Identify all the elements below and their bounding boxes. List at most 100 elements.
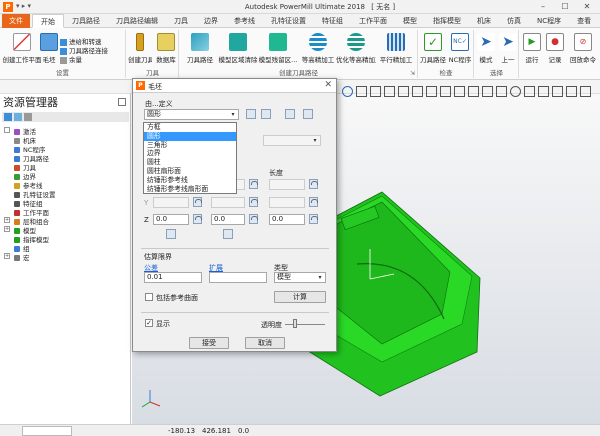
optimized-constant-z-button[interactable]: 优化等高精加工 xyxy=(336,33,376,64)
tree-expander[interactable] xyxy=(4,127,10,133)
tree-expander[interactable]: + xyxy=(4,253,10,259)
tab-workplane[interactable]: 工作平面 xyxy=(351,14,395,28)
tree-expander[interactable]: + xyxy=(4,217,10,223)
tree-item-boundaries[interactable]: 边界 xyxy=(14,171,36,181)
z-min-input[interactable]: 0.0 xyxy=(153,214,189,225)
tool-database-button[interactable]: 数据库 xyxy=(153,33,179,64)
z-max-input[interactable]: 0.0 xyxy=(211,214,245,225)
y-max-lock-icon[interactable] xyxy=(249,197,258,207)
pan-icon[interactable] xyxy=(468,86,479,97)
app-logo[interactable]: P xyxy=(3,2,13,12)
x-length-input[interactable] xyxy=(269,179,305,190)
tree-item-active[interactable]: 激活 xyxy=(14,126,36,136)
tab-tool[interactable]: 刀具 xyxy=(166,14,196,28)
view-right-icon[interactable] xyxy=(412,86,423,97)
dialog-close-icon[interactable]: ✕ xyxy=(324,80,332,90)
tree-item-stock-models[interactable]: 指挥模型 xyxy=(14,234,49,244)
tree-item-hole-feature-sets[interactable]: 孔特征设置 xyxy=(14,189,56,199)
echo-commands-button[interactable]: ⊘ 回放命令 xyxy=(566,33,600,64)
no-display-icon[interactable] xyxy=(510,86,521,97)
tolerance-input[interactable]: 0.01 xyxy=(144,272,202,283)
y-max-input[interactable] xyxy=(211,197,245,208)
type-select[interactable]: 模型 ▾ xyxy=(274,272,326,283)
ribbon-group-expand-icon[interactable]: ⇲ xyxy=(410,70,415,77)
explorer-tool-icon[interactable] xyxy=(4,113,12,121)
y-min-input[interactable] xyxy=(153,197,189,208)
calculate-button[interactable]: 计算 xyxy=(274,291,326,303)
tree-item-machine[interactable]: 机床 xyxy=(14,135,36,145)
select-mode-button[interactable]: ➤ 模式 xyxy=(475,33,497,64)
measure-icon[interactable] xyxy=(552,86,563,97)
tree-item-toolpaths[interactable]: 刀具路径 xyxy=(14,153,49,163)
explorer-pin-icon[interactable] xyxy=(118,98,126,106)
origin-icon[interactable] xyxy=(223,229,233,239)
tool-display-icon[interactable] xyxy=(538,86,549,97)
create-workplane-button[interactable]: 创建工作平面 xyxy=(2,33,42,64)
z-max-lock-icon[interactable] xyxy=(249,214,258,224)
explorer-tool-icon[interactable] xyxy=(24,113,32,121)
transparency-slider-thumb[interactable] xyxy=(293,319,297,328)
run-macro-button[interactable]: ▶ 运行 xyxy=(520,33,544,64)
image-icon[interactable] xyxy=(303,109,313,119)
save-icon[interactable] xyxy=(261,109,271,119)
cancel-button[interactable]: 取消 xyxy=(245,337,285,349)
verify-nc-program-button[interactable]: NC✓ NC程序 xyxy=(447,33,473,64)
view-bottom-icon[interactable] xyxy=(440,86,451,97)
tree-item-patterns[interactable]: 参考线 xyxy=(14,180,43,190)
block-display-icon[interactable] xyxy=(524,86,535,97)
quick-access-toolbar[interactable]: ▾ ▸ ▾ xyxy=(16,2,31,10)
minimize-icon[interactable]: – xyxy=(532,1,554,13)
option-cylinder[interactable]: 圆柱 xyxy=(144,158,236,167)
tree-item-workplanes[interactable]: 工作平面 xyxy=(14,207,49,217)
tab-toolpath-edit[interactable]: 刀具路径编辑 xyxy=(108,14,166,28)
feeds-speeds-button[interactable]: 进给和转速 xyxy=(60,36,102,46)
tab-model[interactable]: 模型 xyxy=(395,14,425,28)
tree-item-nc-programs[interactable]: NC程序 xyxy=(14,144,45,154)
constant-z-finishing-button[interactable]: 等高精加工 xyxy=(298,33,338,64)
block-button[interactable]: 毛坯 xyxy=(38,33,60,64)
view-back-icon[interactable] xyxy=(384,86,395,97)
section-icon[interactable] xyxy=(566,86,577,97)
tree-item-macros[interactable]: 宏 xyxy=(14,252,30,262)
wireframe-icon[interactable] xyxy=(496,86,507,97)
view-front-icon[interactable] xyxy=(370,86,381,97)
close-window-icon[interactable]: ✕ xyxy=(576,1,598,13)
workplane-select[interactable]: ▾ xyxy=(263,135,321,146)
option-spindle-pattern[interactable]: 纺锤形参考线 xyxy=(144,176,236,185)
more-views-icon[interactable] xyxy=(580,86,591,97)
expansion-input[interactable] xyxy=(209,272,267,283)
tree-item-levels-sets[interactable]: 层和组合 xyxy=(14,216,49,226)
toolpaths-button[interactable]: 刀具路径 xyxy=(180,33,220,64)
explorer-tool-icon[interactable] xyxy=(14,113,22,121)
y-min-lock-icon[interactable] xyxy=(193,197,202,207)
shaded-icon[interactable] xyxy=(482,86,493,97)
transparency-slider-track[interactable] xyxy=(285,324,325,325)
verify-toolpath-button[interactable]: ✓ 刀具路径 xyxy=(419,33,447,64)
create-tool-button[interactable]: 创建刀具 xyxy=(128,33,152,64)
z-length-input[interactable]: 0.0 xyxy=(269,214,305,225)
tab-view[interactable]: 查看 xyxy=(569,14,599,28)
model-area-clearance-button[interactable]: 模型区域清除 xyxy=(218,33,258,64)
zoom-icon[interactable] xyxy=(454,86,465,97)
view-iso-icon[interactable] xyxy=(356,86,367,97)
raster-finishing-button[interactable]: 平行精加工 xyxy=(376,33,416,64)
tab-feature-group[interactable]: 特征组 xyxy=(314,14,351,28)
toolpath-connections-button[interactable]: 刀具路径连接 xyxy=(60,45,108,55)
model-rest-clearance-button[interactable]: 模型残留区... xyxy=(258,33,298,64)
tree-item-groups[interactable]: 组 xyxy=(14,243,30,253)
tab-boundary[interactable]: 边界 xyxy=(196,14,226,28)
view-eye-icon[interactable] xyxy=(342,86,353,97)
accept-button[interactable]: 接受 xyxy=(189,337,229,349)
model-icon[interactable] xyxy=(285,109,295,119)
thickness-button[interactable]: 余量 xyxy=(60,54,82,64)
view-top-icon[interactable] xyxy=(426,86,437,97)
tab-simulation[interactable]: 仿真 xyxy=(499,14,529,28)
record-macro-button[interactable]: ● 记录 xyxy=(544,33,566,64)
load-icon[interactable] xyxy=(246,109,256,119)
x-length-lock-icon[interactable] xyxy=(309,179,318,189)
option-boundary[interactable]: 边界 xyxy=(144,149,236,158)
tree-item-tools[interactable]: 刀具 xyxy=(14,162,36,172)
option-cylinder-sector[interactable]: 圆柱扇形面 xyxy=(144,167,236,176)
x-max-lock-icon[interactable] xyxy=(249,179,258,189)
tab-nc-program[interactable]: NC程序 xyxy=(529,14,569,28)
